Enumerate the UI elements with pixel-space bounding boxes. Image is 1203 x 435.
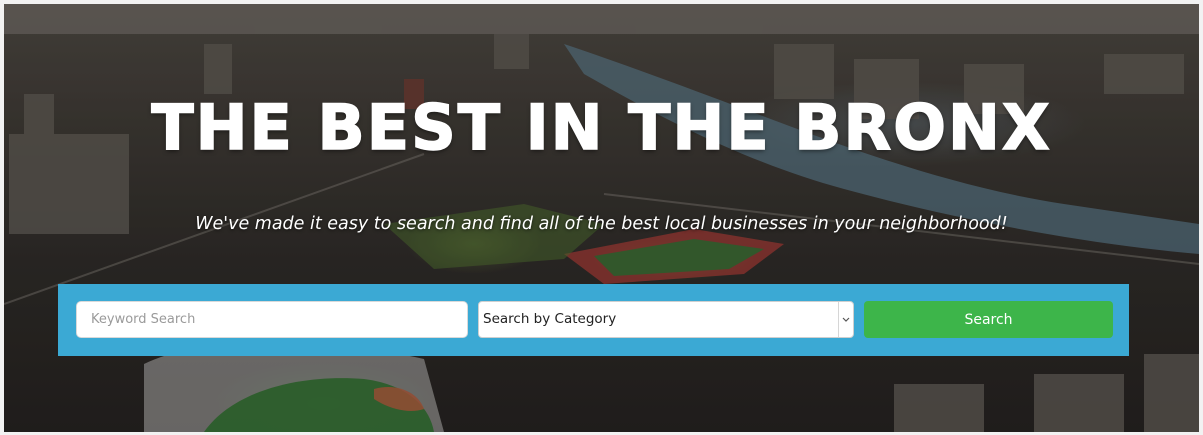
chevron-down-icon[interactable] [838, 302, 853, 337]
category-select-value: Search by Category [483, 311, 617, 327]
search-button[interactable]: Search [864, 301, 1113, 338]
search-panel: Search by Category Search [58, 284, 1129, 356]
keyword-search-input[interactable] [76, 301, 468, 338]
category-select[interactable]: Search by Category [478, 301, 854, 338]
hero-title: THE BEST IN THE BRONX [151, 91, 1052, 164]
hero-subtitle: We've made it easy to search and find al… [195, 214, 1008, 234]
hero-banner: THE BEST IN THE BRONX We've made it easy… [4, 4, 1199, 432]
